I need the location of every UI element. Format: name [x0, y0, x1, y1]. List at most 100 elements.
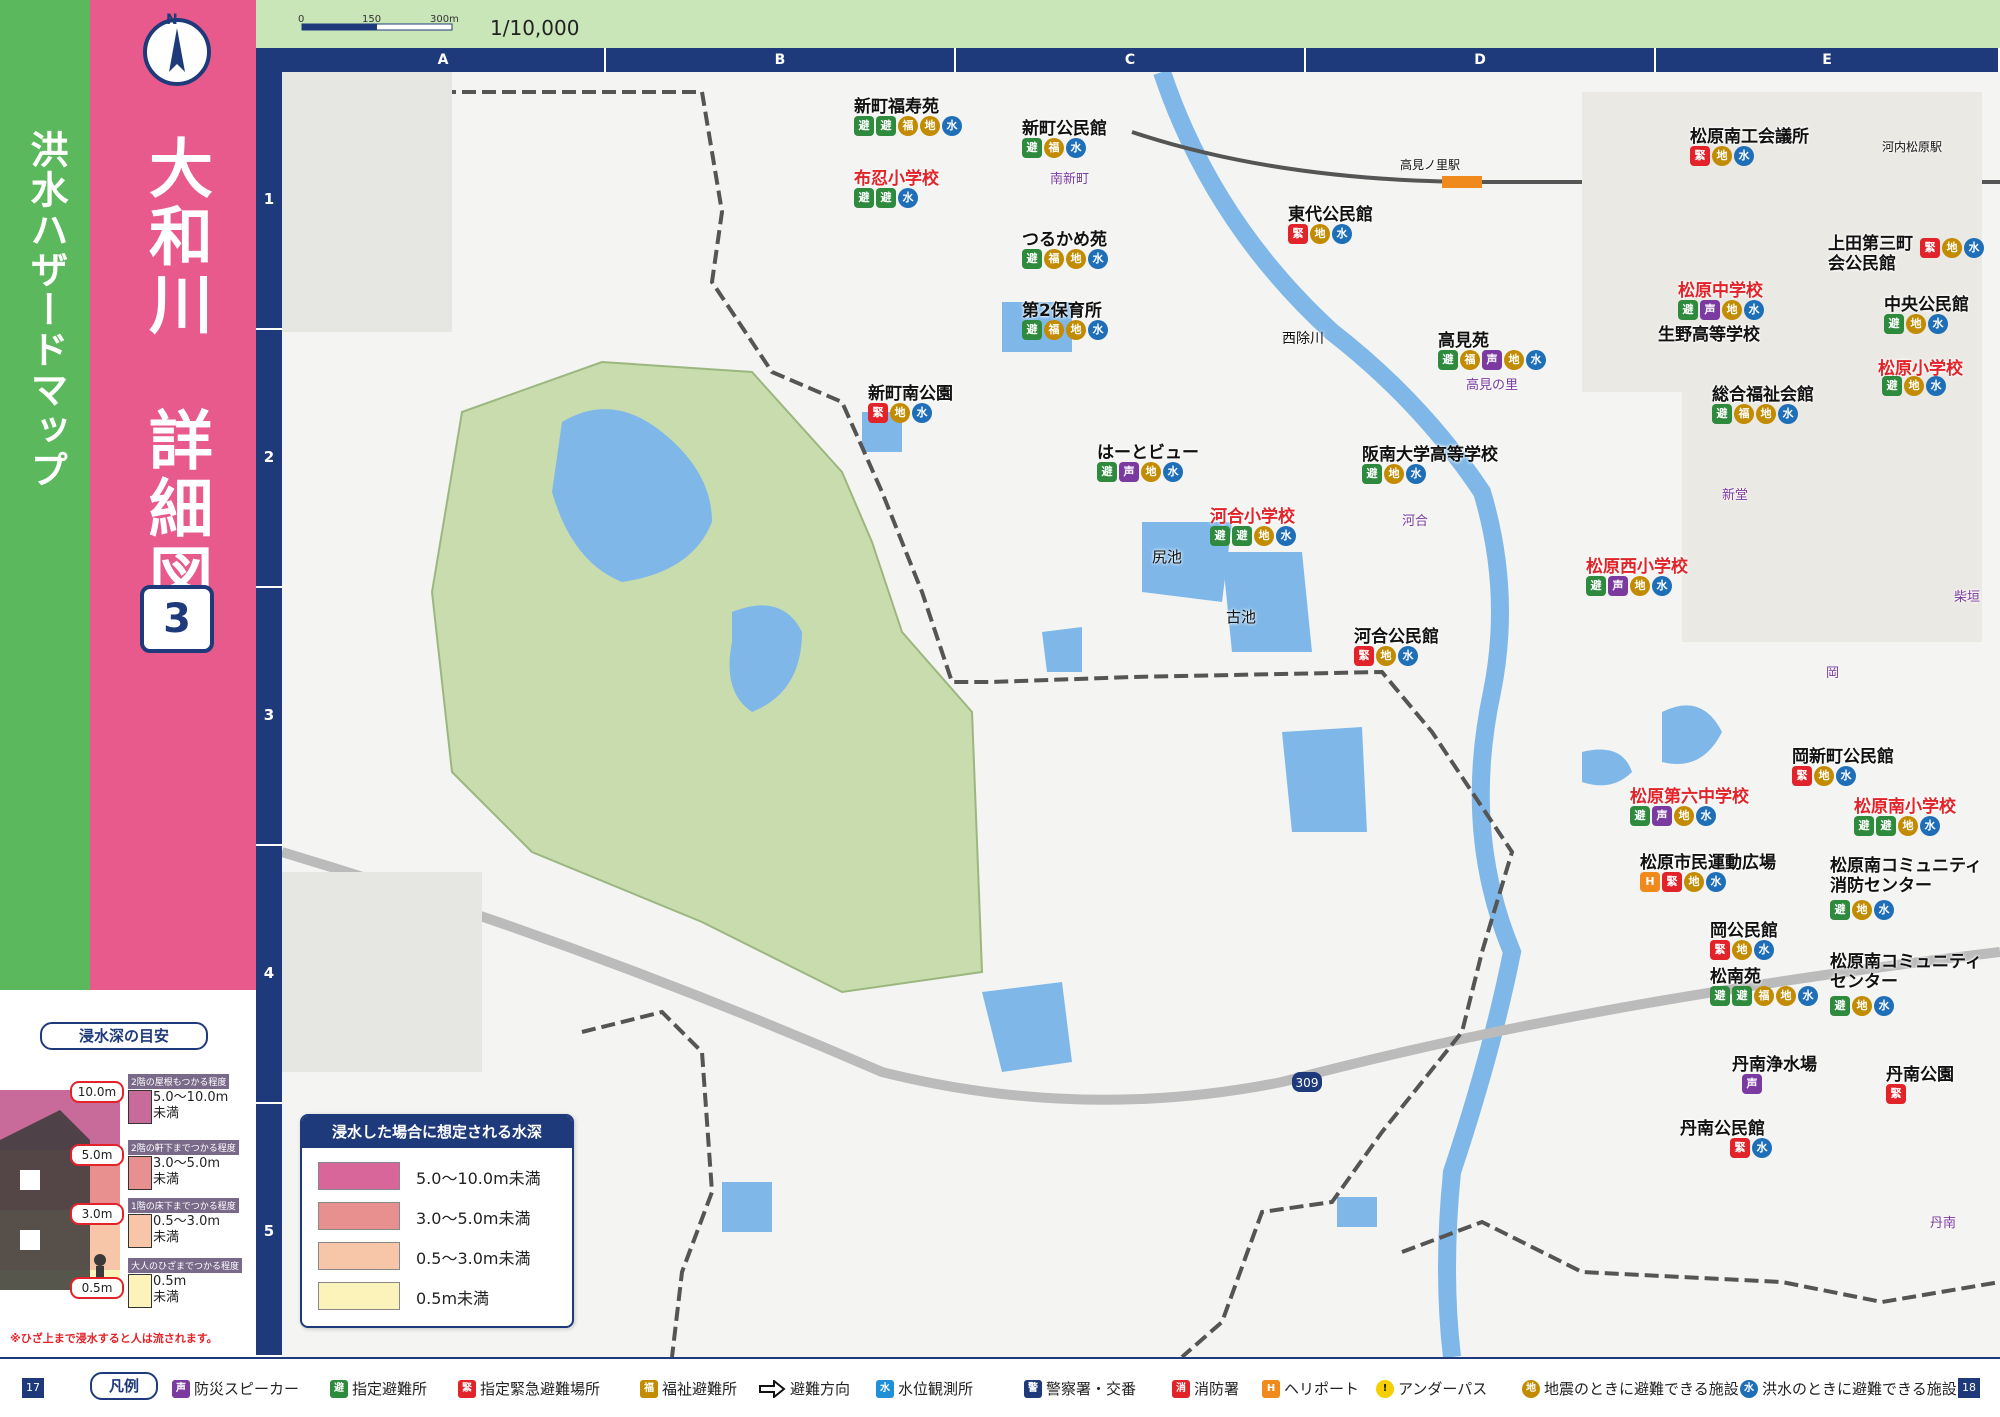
depth-note: 大人のひざまでつかる程度	[128, 1258, 243, 1273]
earthquake-shelter-icon: 地	[1254, 526, 1274, 546]
facility-icons: 緊 地 水	[868, 403, 932, 423]
flood-shelter-icon: 水	[898, 188, 918, 208]
facility-label[interactable]: 松原市民運動広場	[1640, 848, 1776, 873]
facility-label[interactable]: 上田第三町会公民館	[1828, 234, 1918, 274]
facility-icons: 避 避 地 水	[1210, 526, 1296, 546]
depth-mark: 0.5m	[70, 1277, 124, 1299]
legend-label: 警察署・交番	[1046, 1380, 1137, 1398]
earthquake-shelter-icon: 地	[920, 116, 940, 136]
facility-label[interactable]: 松原西小学校	[1586, 552, 1688, 577]
facility-label[interactable]: 新町福寿苑	[854, 92, 939, 117]
facility-label[interactable]: 生野高等学校	[1658, 320, 1760, 345]
facility-icons: 避 福 地 水	[1022, 249, 1108, 269]
flood-shelter-icon: 水	[1928, 314, 1948, 334]
facility-label[interactable]: 河合小学校	[1210, 502, 1295, 527]
facility-label[interactable]: 岡新町公民館	[1792, 742, 1894, 767]
facility-label[interactable]: つるかめ苑	[1022, 225, 1107, 250]
facility-icons: 避 避 福 地 水	[854, 116, 962, 136]
facility-label[interactable]: 丹南公民館	[1680, 1114, 1765, 1139]
speaker-icon: 声	[1652, 806, 1672, 826]
facility-label[interactable]: 新町公民館	[1022, 114, 1107, 139]
legend-label: 防災スピーカー	[194, 1380, 300, 1398]
legend-label: 福祉避難所	[662, 1380, 738, 1398]
emergency-site-icon: 緊	[1792, 766, 1812, 786]
facility-label[interactable]: 丹南浄水場	[1732, 1050, 1817, 1075]
facility-label[interactable]: 松原南コミュニティセンター	[1830, 952, 1990, 992]
shelter-icon: 避	[1232, 526, 1252, 546]
column-header: A B C D E	[256, 48, 2000, 72]
row-label: 2	[256, 330, 282, 588]
facility-label[interactable]: 松原第六中学校	[1630, 782, 1749, 807]
earthquake-shelter-icon: 地	[890, 403, 910, 423]
depth-legend-label: 0.5～3.0m未満	[416, 1249, 531, 1268]
facility-label[interactable]: 第2保育所	[1022, 296, 1102, 321]
facility-icons: 避 福 地 水	[1712, 404, 1798, 424]
welfare-icon: 福	[1044, 320, 1064, 340]
shelter-icon: 避	[1884, 314, 1904, 334]
shelter-icon: 避	[1022, 320, 1042, 340]
facility-label[interactable]: 松原南コミュニティ消防センター	[1830, 856, 1990, 896]
depth-legend-label: 3.0～5.0m未満	[416, 1209, 531, 1228]
earthquake-shelter-icon: 地	[1504, 350, 1524, 370]
facility-label[interactable]: 総合福祉会館	[1712, 380, 1814, 405]
legend-item: 消 消防署	[1172, 1378, 1239, 1399]
page-number: 3	[140, 585, 214, 653]
depth-note: 1階の床下までつかる程度	[128, 1198, 239, 1213]
title-strip: 大和川 詳細図	[90, 0, 256, 990]
station-label: 高見ノ里駅	[1400, 158, 1461, 172]
facility-label[interactable]: 新町南公園	[868, 379, 953, 404]
earthquake-shelter-icon: 地	[1674, 806, 1694, 826]
emergency-site-icon: 緊	[1354, 646, 1374, 666]
flood-shelter-icon: 水	[1526, 350, 1546, 370]
earthquake-shelter-icon: 地	[1814, 766, 1834, 786]
facility-label[interactable]: 松南苑	[1710, 962, 1761, 987]
shelter-icon: 避	[1022, 249, 1042, 269]
shelter-icon: 避	[1830, 900, 1850, 920]
depth-swatch	[128, 1090, 152, 1124]
earthquake-shelter-icon: 地	[1141, 462, 1161, 482]
flood-shelter-icon: 水	[1398, 646, 1418, 666]
facility-label[interactable]: 丹南公園	[1886, 1060, 1954, 1085]
legend-label: 避難方向	[790, 1380, 851, 1398]
facility-label[interactable]: 松原南小学校	[1854, 792, 1956, 817]
facility-icons: 避 声 地 水	[1586, 576, 1672, 596]
svg-text:309: 309	[1296, 1076, 1319, 1090]
facility-label[interactable]: 中央公民館	[1884, 290, 1969, 315]
flood-shelter-icon: 水	[1734, 146, 1754, 166]
earthquake-shelter-icon: 地	[1904, 376, 1924, 396]
facility-icons: H 緊 地 水	[1640, 872, 1726, 892]
shelter-icon: 避	[1362, 464, 1382, 484]
flood-shelter-icon: 水	[1836, 766, 1856, 786]
warning-note: ※ひざ上まで浸水すると人は流されます。	[10, 1332, 218, 1345]
station-label: 河内松原駅	[1882, 140, 1943, 154]
emergency-site-icon: 緊	[458, 1379, 476, 1398]
facility-label[interactable]: 阪南大学高等学校	[1362, 440, 1498, 465]
facility-label[interactable]: はーとビュー	[1097, 438, 1199, 463]
facility-label[interactable]: 松原南工会議所	[1690, 122, 1809, 147]
legend-item: 水 水位観測所	[876, 1378, 973, 1399]
depth-swatch	[318, 1162, 400, 1190]
facility-label[interactable]: 布忍小学校	[854, 164, 939, 189]
facility-label[interactable]: 東代公民館	[1288, 200, 1373, 225]
legend-item: 水 洪水のときに避難できる施設	[1740, 1378, 1957, 1399]
depth-range: 3.0～5.0m 未満	[153, 1156, 221, 1187]
legend-item: H ヘリポート	[1262, 1378, 1359, 1399]
flood-shelter-icon: 水	[1754, 940, 1774, 960]
scale-tick-0: 0	[298, 14, 305, 25]
facility-label[interactable]: 松原中学校	[1678, 276, 1763, 301]
facility-icons: 緊 地 水	[1354, 646, 1418, 666]
flood-shelter-icon: 水	[912, 403, 932, 423]
river-label: 西除川	[1282, 331, 1324, 347]
police-icon: 警	[1024, 1379, 1042, 1398]
welfare-icon: 福	[898, 116, 918, 136]
facility-label[interactable]: 河合公民館	[1354, 622, 1439, 647]
flood-shelter-icon: 水	[1926, 376, 1946, 396]
facility-icons: 緊 水	[1730, 1138, 1772, 1158]
emergency-site-icon: 緊	[868, 403, 888, 423]
compass-north-label: N	[166, 12, 178, 28]
welfare-icon: 福	[1044, 138, 1064, 158]
facility-label[interactable]: 高見苑	[1438, 326, 1489, 351]
legend-label: 指定緊急避難場所	[480, 1380, 601, 1398]
depth-swatch	[318, 1242, 400, 1270]
facility-label[interactable]: 岡公民館	[1710, 916, 1778, 941]
